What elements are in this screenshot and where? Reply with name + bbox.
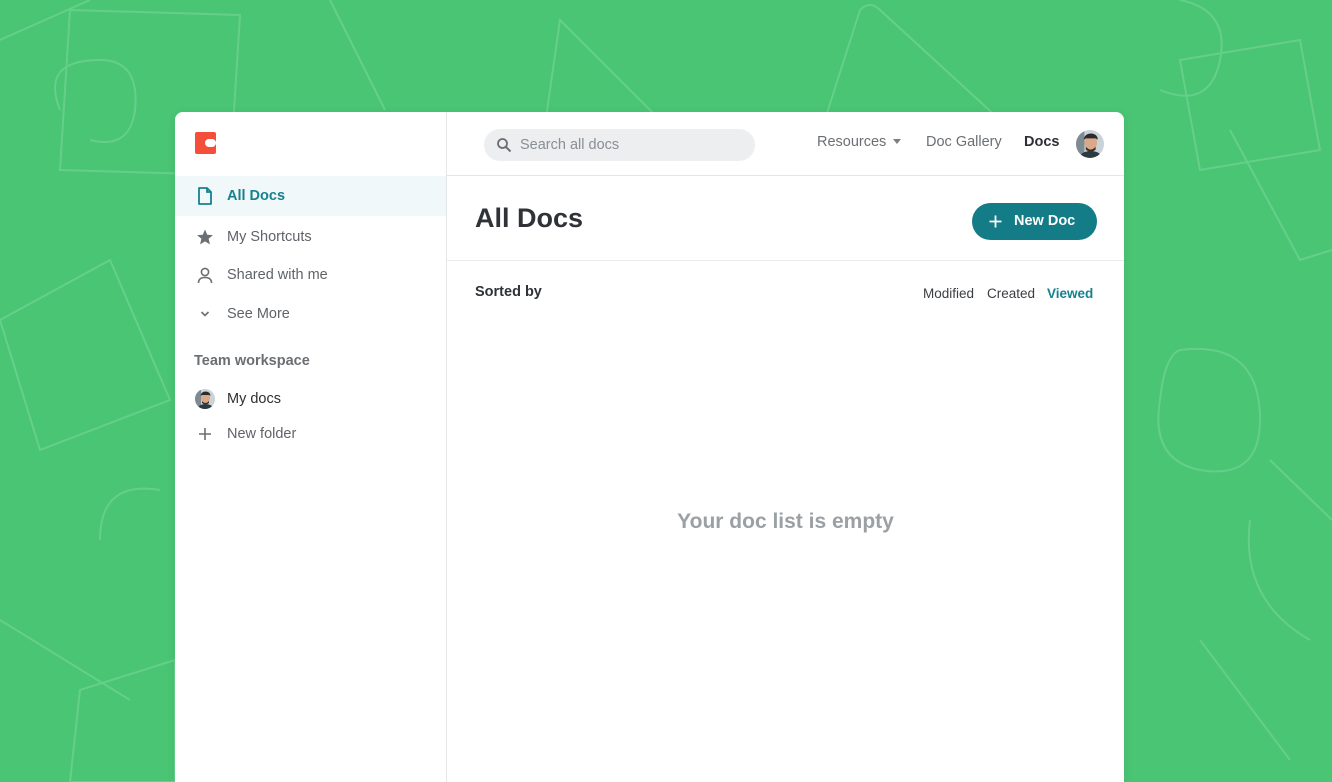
docs-link[interactable]: Docs bbox=[1024, 134, 1059, 150]
sort-modified[interactable]: Modified bbox=[923, 286, 974, 301]
sidebar-item-label: My Shortcuts bbox=[227, 229, 312, 245]
sidebar-item-new-folder[interactable]: New folder bbox=[175, 414, 446, 454]
page-header: All Docs New Doc bbox=[447, 176, 1124, 261]
coda-logo[interactable] bbox=[195, 132, 216, 154]
sidebar-item-label: New folder bbox=[227, 426, 297, 442]
sort-bar: Sorted by Modified Created Viewed bbox=[447, 261, 1124, 321]
avatar bbox=[195, 389, 215, 409]
new-doc-label: New Doc bbox=[1014, 213, 1076, 229]
empty-state-message: Your doc list is empty bbox=[677, 510, 894, 533]
sidebar-item-label: My docs bbox=[227, 391, 281, 407]
sort-viewed[interactable]: Viewed bbox=[1047, 286, 1093, 301]
chevron-down-icon bbox=[195, 304, 215, 324]
search-input[interactable] bbox=[520, 129, 740, 161]
plus-icon bbox=[195, 424, 215, 444]
resources-dropdown[interactable]: Resources bbox=[817, 134, 902, 150]
sidebar-item-shared-with-me[interactable]: Shared with me bbox=[175, 255, 446, 295]
user-avatar[interactable] bbox=[1076, 130, 1104, 158]
sidebar-item-see-more[interactable]: See More bbox=[175, 294, 446, 334]
sidebar-item-label: See More bbox=[227, 306, 290, 322]
team-workspace-heading: Team workspace bbox=[194, 353, 310, 369]
app-window: All Docs My Shortcuts Shared with me See… bbox=[175, 112, 1124, 782]
search-box bbox=[484, 129, 755, 161]
page-title: All Docs bbox=[475, 203, 584, 233]
sidebar-item-all-docs[interactable]: All Docs bbox=[175, 176, 446, 216]
sort-created[interactable]: Created bbox=[987, 286, 1035, 301]
sidebar-item-label: Shared with me bbox=[227, 267, 328, 283]
top-bar: Resources Doc Gallery Docs bbox=[447, 112, 1124, 176]
new-doc-button[interactable]: New Doc bbox=[972, 203, 1097, 240]
sorted-by-label: Sorted by bbox=[475, 284, 542, 300]
person-icon bbox=[195, 265, 215, 285]
star-icon bbox=[195, 227, 215, 247]
document-icon bbox=[195, 186, 215, 206]
sidebar: All Docs My Shortcuts Shared with me See… bbox=[175, 112, 447, 782]
resources-label: Resources bbox=[817, 134, 887, 150]
sidebar-item-my-docs[interactable]: My docs bbox=[175, 379, 446, 419]
caret-down-icon bbox=[893, 138, 902, 144]
doc-gallery-link[interactable]: Doc Gallery bbox=[926, 134, 1002, 150]
plus-icon bbox=[989, 215, 1002, 228]
sidebar-item-label: All Docs bbox=[227, 188, 286, 204]
search-icon bbox=[497, 138, 512, 153]
sidebar-item-my-shortcuts[interactable]: My Shortcuts bbox=[175, 217, 446, 257]
